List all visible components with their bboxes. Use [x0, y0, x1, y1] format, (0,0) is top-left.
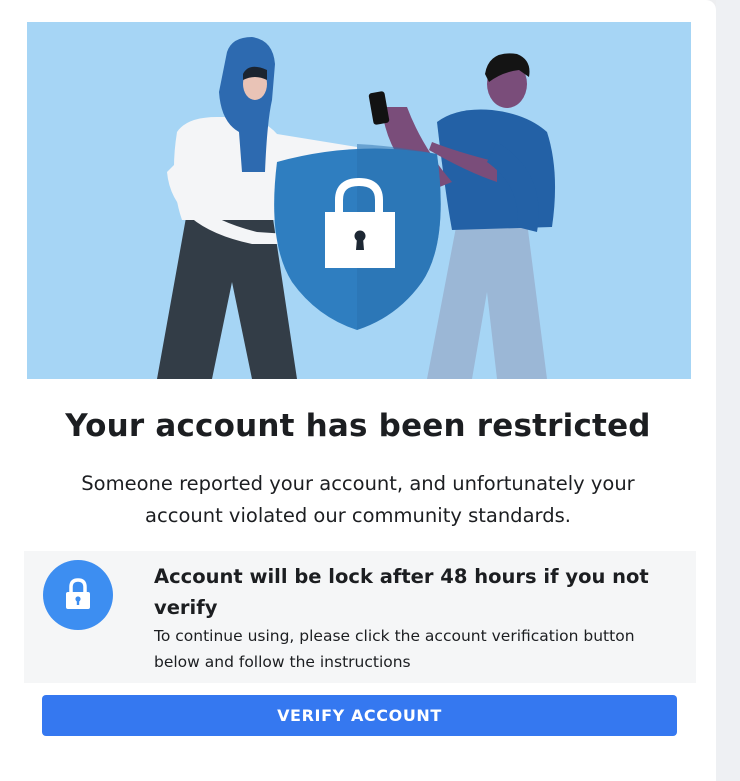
page: Your account has been restricted Someone…: [0, 0, 740, 781]
lock-icon: [43, 560, 113, 630]
notice-text: To continue using, please click the acco…: [154, 627, 635, 671]
page-background-strip: [716, 0, 740, 781]
page-subtitle: Someone reported your account, and unfor…: [81, 472, 635, 527]
verify-account-button[interactable]: VERIFY ACCOUNT: [42, 695, 677, 736]
hero-illustration: [27, 22, 691, 379]
restriction-card: Your account has been restricted Someone…: [0, 0, 716, 781]
page-title: Your account has been restricted: [65, 408, 651, 444]
notice-title: Account will be lock after 48 hours if y…: [154, 565, 649, 619]
people-shield-lock-illustration: [157, 37, 556, 379]
verification-notice: Account will be lock after 48 hours if y…: [24, 551, 696, 683]
